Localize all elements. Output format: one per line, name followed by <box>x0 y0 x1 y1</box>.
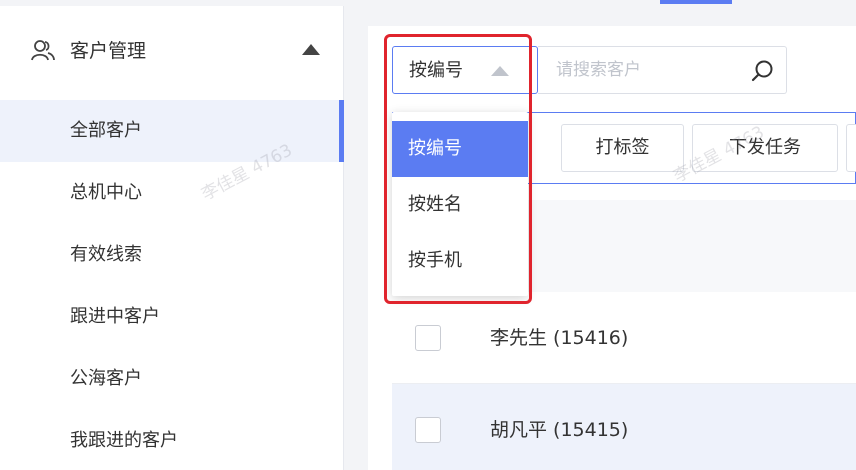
sidebar-item-all-customers[interactable]: 全部客户 <box>0 100 344 162</box>
sidebar-item-my-followed[interactable]: 我跟进的客户 <box>0 410 344 470</box>
row-checkbox[interactable] <box>415 417 441 443</box>
customer-name[interactable]: 李先生 (15416) <box>490 324 628 352</box>
search-field-selected: 按编号 <box>409 60 463 81</box>
sidebar: 客户管理 全部客户 总机中心 有效线索 跟进中客户 公海客户 我跟进的客户 <box>0 0 344 470</box>
row-checkbox[interactable] <box>415 325 441 351</box>
caret-up-icon <box>491 66 509 76</box>
sidebar-item-public-pool[interactable]: 公海客户 <box>0 348 344 410</box>
dropdown-option-by-id[interactable]: 按编号 <box>392 121 528 177</box>
users-icon <box>31 40 55 61</box>
sidebar-item-label: 总机中心 <box>70 182 142 203</box>
dropdown-option-by-name[interactable]: 按姓名 <box>392 177 528 233</box>
dropdown-option-by-phone[interactable]: 按手机 <box>392 233 528 289</box>
sidebar-item-following-customers[interactable]: 跟进中客户 <box>0 286 344 348</box>
sidebar-nav: 全部客户 总机中心 有效线索 跟进中客户 公海客户 我跟进的客户 <box>0 100 344 470</box>
sidebar-item-label: 全部客户 <box>70 120 142 141</box>
active-tab-indicator <box>660 0 732 4</box>
table-row[interactable]: 胡凡平 (15415) <box>392 384 856 470</box>
sidebar-group-customer-management[interactable]: 客户管理 <box>0 24 344 76</box>
search-icon[interactable] <box>750 58 776 84</box>
panel-top-gap <box>368 0 856 26</box>
table-row[interactable]: 李先生 (15416) <box>392 292 856 384</box>
add-tag-button[interactable]: 打标签 <box>561 124 684 172</box>
sidebar-group-label: 客户管理 <box>70 40 147 62</box>
sidebar-item-label: 我跟进的客户 <box>70 430 178 451</box>
search-field-select[interactable]: 按编号 <box>392 46 538 94</box>
sidebar-item-valid-leads[interactable]: 有效线索 <box>0 224 344 286</box>
sidebar-item-switchboard[interactable]: 总机中心 <box>0 162 344 224</box>
sidebar-top-divider <box>0 0 344 6</box>
more-button[interactable] <box>846 124 856 172</box>
dispatch-task-button[interactable]: 下发任务 <box>692 124 838 172</box>
sidebar-item-label: 公海客户 <box>70 368 142 389</box>
customer-name[interactable]: 胡凡平 (15415) <box>490 416 628 444</box>
sidebar-item-label: 有效线索 <box>70 244 142 265</box>
sidebar-item-label: 跟进中客户 <box>70 306 160 327</box>
search-field-dropdown: 按编号 按姓名 按手机 <box>392 112 528 296</box>
caret-up-icon[interactable] <box>302 44 320 55</box>
